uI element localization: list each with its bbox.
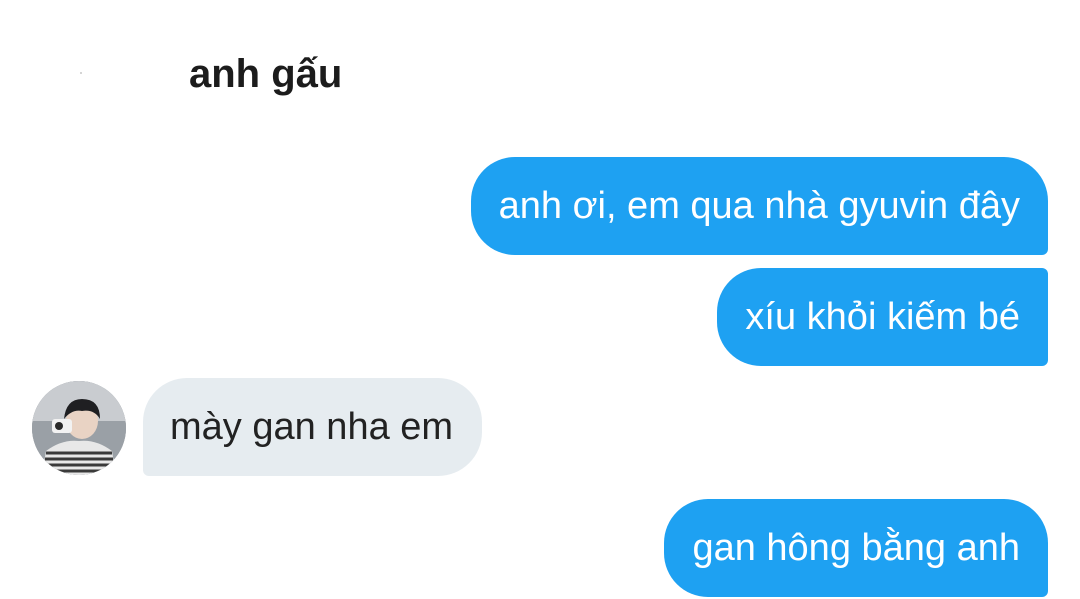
sent-message-bubble[interactable]: gan hông bằng anh bbox=[664, 499, 1048, 597]
sent-message-bubble[interactable]: xíu khỏi kiếm bé bbox=[717, 268, 1048, 366]
contact-avatar[interactable] bbox=[32, 381, 126, 475]
chat-screen: anh gấu anh ơi, em qua nhà gyuvin đây xí… bbox=[0, 0, 1080, 599]
sent-message-bubble[interactable]: anh ơi, em qua nhà gyuvin đây bbox=[470, 157, 1048, 255]
contact-name[interactable]: anh gấu bbox=[189, 50, 342, 98]
header-dot bbox=[80, 72, 82, 74]
chat-header: anh gấu bbox=[0, 0, 1080, 130]
received-message-bubble[interactable]: mày gan nha em bbox=[143, 378, 483, 476]
avatar-photo-image bbox=[32, 381, 126, 475]
